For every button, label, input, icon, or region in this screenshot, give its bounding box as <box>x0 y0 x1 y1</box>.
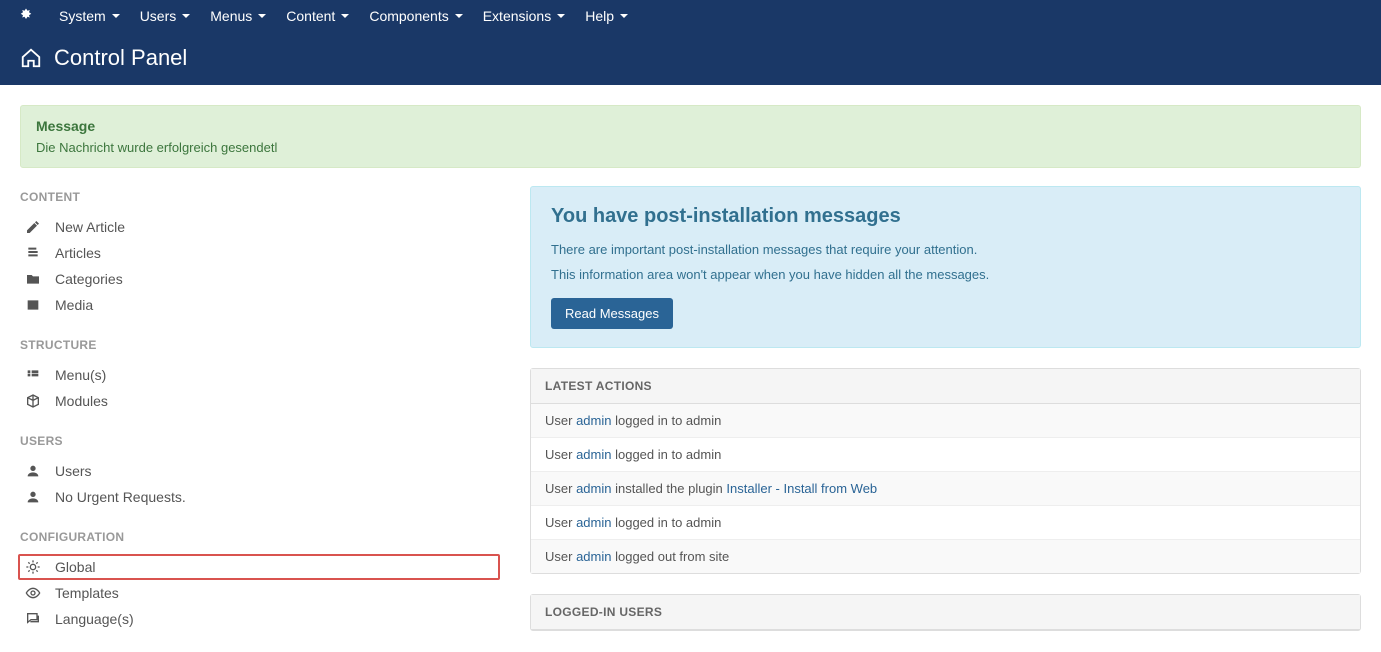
sidebar-item-media[interactable]: Media <box>20 292 500 318</box>
action-text: logged in to admin <box>611 515 721 530</box>
section-heading-users: USERS <box>20 434 500 448</box>
info-box-line2: This information area won't appear when … <box>551 267 1340 282</box>
info-box-line1: There are important post-installation me… <box>551 242 1340 257</box>
panel-heading-latest-actions: LATEST ACTIONS <box>531 369 1360 404</box>
latest-actions-panel: LATEST ACTIONS User admin logged in to a… <box>530 368 1361 574</box>
chevron-down-icon <box>258 14 266 18</box>
latest-action-row: User admin logged in to admin <box>531 404 1360 438</box>
sidebar-item-templates[interactable]: Templates <box>20 580 500 606</box>
eye-icon <box>23 585 43 601</box>
panel-heading-logged-in: LOGGED-IN USERS <box>531 595 1360 630</box>
sidebar-item-articles[interactable]: Articles <box>20 240 500 266</box>
latest-action-row: User admin installed the plugin Installe… <box>531 472 1360 506</box>
latest-action-row: User admin logged in to admin <box>531 438 1360 472</box>
user-icon <box>23 463 43 479</box>
action-text: logged out from site <box>611 549 729 564</box>
top-nav-extensions[interactable]: Extensions <box>473 0 575 31</box>
success-message: Message Die Nachricht wurde erfolgreich … <box>20 105 1361 168</box>
action-user-link[interactable]: admin <box>576 481 611 496</box>
sidebar-item-no-urgent-requests[interactable]: No Urgent Requests. <box>20 484 500 510</box>
action-text: User <box>545 447 576 462</box>
pencil-icon <box>23 219 43 235</box>
list-icon <box>23 367 43 383</box>
action-user-link[interactable]: admin <box>576 549 611 564</box>
top-nav-help[interactable]: Help <box>575 0 638 31</box>
latest-action-row: User admin logged in to admin <box>531 506 1360 540</box>
image-icon <box>23 297 43 313</box>
sidebar-item-categories[interactable]: Categories <box>20 266 500 292</box>
sidebar-item-label: New Article <box>55 219 125 235</box>
home-icon <box>20 47 42 69</box>
sidebar-item-label: Global <box>55 559 95 575</box>
action-text: User <box>545 413 576 428</box>
action-text: logged in to admin <box>611 447 721 462</box>
section-heading-structure: STRUCTURE <box>20 338 500 352</box>
action-user-link[interactable]: admin <box>576 413 611 428</box>
action-object-link[interactable]: Installer - Install from Web <box>726 481 877 496</box>
chevron-down-icon <box>112 14 120 18</box>
sidebar-item-language-s[interactable]: Language(s) <box>20 606 500 632</box>
sidebar-item-label: Language(s) <box>55 611 134 627</box>
main-content: You have post-installation messages Ther… <box>530 186 1361 652</box>
sidebar-item-menu-s[interactable]: Menu(s) <box>20 362 500 388</box>
gear-icon <box>23 559 43 575</box>
joomla-logo-icon[interactable] <box>15 5 37 27</box>
chevron-down-icon <box>182 14 190 18</box>
top-nav-users[interactable]: Users <box>130 0 201 31</box>
folder-icon <box>23 271 43 287</box>
cube-icon <box>23 393 43 409</box>
stack-icon <box>23 245 43 261</box>
top-nav-components[interactable]: Components <box>359 0 472 31</box>
chevron-down-icon <box>557 14 565 18</box>
user-icon <box>23 489 43 505</box>
chevron-down-icon <box>341 14 349 18</box>
latest-action-row: User admin logged out from site <box>531 540 1360 573</box>
section-heading-content: CONTENT <box>20 190 500 204</box>
sidebar-item-label: Templates <box>55 585 119 601</box>
action-text: logged in to admin <box>611 413 721 428</box>
sidebar: CONTENT New Article Articles Categories Medi… <box>20 186 500 652</box>
sidebar-item-new-article[interactable]: New Article <box>20 214 500 240</box>
alert-text: Die Nachricht wurde erfolgreich gesendet… <box>36 140 1345 155</box>
top-nav-label: Content <box>286 8 335 24</box>
page-header: Control Panel <box>0 31 1381 85</box>
sidebar-item-label: Users <box>55 463 92 479</box>
sidebar-item-modules[interactable]: Modules <box>20 388 500 414</box>
top-nav-label: System <box>59 8 106 24</box>
page-title: Control Panel <box>54 45 187 71</box>
sidebar-item-global[interactable]: Global <box>18 554 500 580</box>
sidebar-item-label: Articles <box>55 245 101 261</box>
action-text: User <box>545 549 576 564</box>
top-nav-menus[interactable]: Menus <box>200 0 276 31</box>
chevron-down-icon <box>620 14 628 18</box>
comments-icon <box>23 611 43 627</box>
sidebar-item-label: No Urgent Requests. <box>55 489 186 505</box>
read-messages-button[interactable]: Read Messages <box>551 298 673 329</box>
sidebar-item-label: Categories <box>55 271 123 287</box>
top-nav-label: Menus <box>210 8 252 24</box>
logged-in-users-panel: LOGGED-IN USERS <box>530 594 1361 631</box>
top-nav-system[interactable]: System <box>49 0 130 31</box>
sidebar-item-label: Media <box>55 297 93 313</box>
chevron-down-icon <box>455 14 463 18</box>
post-install-message-box: You have post-installation messages Ther… <box>530 186 1361 348</box>
sidebar-item-label: Menu(s) <box>55 367 106 383</box>
alert-heading: Message <box>36 118 1345 134</box>
action-text: installed the plugin <box>611 481 726 496</box>
action-user-link[interactable]: admin <box>576 447 611 462</box>
action-user-link[interactable]: admin <box>576 515 611 530</box>
top-nav-label: Users <box>140 8 177 24</box>
section-heading-configuration: CONFIGURATION <box>20 530 500 544</box>
sidebar-item-users[interactable]: Users <box>20 458 500 484</box>
action-text: User <box>545 515 576 530</box>
top-nav-label: Extensions <box>483 8 551 24</box>
action-text: User <box>545 481 576 496</box>
top-nav: System Users Menus Content Components Extensi… <box>0 0 1381 31</box>
info-box-title: You have post-installation messages <box>551 205 1340 228</box>
sidebar-item-label: Modules <box>55 393 108 409</box>
top-nav-label: Help <box>585 8 614 24</box>
top-nav-label: Components <box>369 8 448 24</box>
top-nav-content[interactable]: Content <box>276 0 359 31</box>
